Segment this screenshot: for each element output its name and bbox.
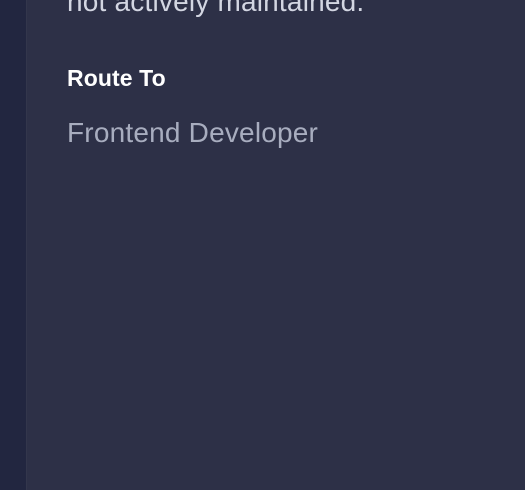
details-panel: not actively maintained. Route To Fronte… xyxy=(26,0,525,490)
details-panel-view: not actively maintained. Route To Fronte… xyxy=(0,0,525,490)
maintenance-description: not actively maintained. xyxy=(67,0,365,17)
left-rail xyxy=(0,0,26,490)
route-to-label: Route To xyxy=(67,65,166,91)
route-to-value: Frontend Developer xyxy=(67,117,319,148)
